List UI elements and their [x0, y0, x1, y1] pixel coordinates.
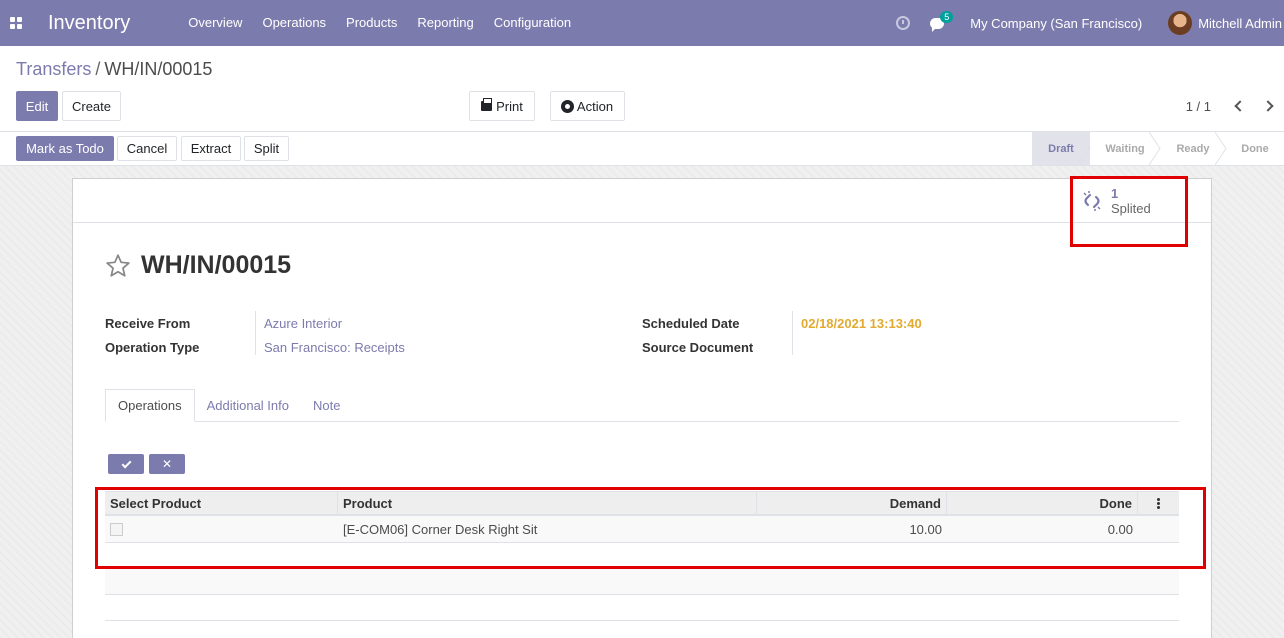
empty-row	[105, 543, 1179, 569]
stage-done-label: Done	[1241, 142, 1269, 155]
menu-item-reporting[interactable]: Reporting	[407, 0, 483, 46]
stage-draft[interactable]: Draft	[1032, 132, 1091, 165]
operation-type-label: Operation Type	[105, 339, 200, 355]
optional-columns-button[interactable]	[1138, 492, 1179, 514]
pager-previous-button[interactable]	[1232, 96, 1248, 116]
stage-waiting-label: Waiting	[1105, 142, 1145, 155]
scheduled-date-label: Scheduled Date	[642, 315, 740, 331]
column-done[interactable]: Done	[947, 492, 1138, 514]
print-button[interactable]: Print	[469, 91, 535, 121]
table-header: Select Product Product Demand Done	[105, 491, 1179, 516]
action-label: Action	[576, 98, 614, 114]
apps-menu-icon[interactable]	[0, 0, 32, 46]
confirm-selection-button[interactable]	[108, 454, 144, 474]
scheduled-date-field[interactable]: 02/18/2021 13:13:40	[801, 316, 922, 331]
field-divider	[792, 311, 793, 355]
breadcrumb-current: WH/IN/00015	[104, 59, 213, 79]
splited-count: 1	[1111, 186, 1119, 201]
stage-draft-label: Draft	[1048, 142, 1074, 155]
table-row[interactable]: [E-COM06] Corner Desk Right Sit 10.00 0.…	[105, 516, 1179, 543]
stage-waiting[interactable]: Waiting	[1090, 132, 1161, 165]
done-cell[interactable]: 0.00	[947, 516, 1138, 542]
print-icon	[481, 98, 493, 111]
notebook-tabs: Operations Additional Info Note	[105, 389, 1179, 422]
chat-count-badge: 5	[940, 10, 954, 23]
form-sheet: 1 Splited WH/IN/00015 Receive From Azure…	[72, 178, 1212, 638]
source-document-label: Source Document	[642, 339, 754, 355]
stage-pipeline: Draft Waiting Ready Done	[1032, 132, 1284, 165]
receive-from-label: Receive From	[105, 315, 191, 331]
stage-ready[interactable]: Ready	[1160, 132, 1227, 165]
breadcrumb-separator: /	[95, 59, 101, 79]
favorite-star-icon[interactable]	[105, 253, 131, 279]
company-switcher[interactable]: My Company (San Francisco)	[970, 16, 1142, 31]
kebab-menu-icon	[1157, 497, 1160, 509]
empty-row	[105, 595, 1179, 621]
mark-as-todo-button[interactable]: Mark as Todo	[16, 136, 114, 161]
splited-label: Splited	[1111, 201, 1151, 216]
messaging-menu[interactable]: 5	[930, 10, 954, 32]
splited-smart-button[interactable]: 1 Splited	[1081, 183, 1151, 219]
breadcrumb-transfers[interactable]: Transfers	[16, 59, 91, 79]
receive-from-field[interactable]: Azure Interior	[264, 316, 342, 331]
select-product-checkbox[interactable]	[110, 522, 123, 536]
cancel-button[interactable]: Cancel	[117, 136, 177, 161]
check-icon	[121, 458, 131, 468]
app-title[interactable]: Inventory	[48, 12, 130, 35]
select-cell	[105, 516, 338, 542]
main-menu: Overview Operations Products Reporting C…	[178, 0, 581, 46]
stage-ready-label: Ready	[1176, 142, 1210, 155]
menu-item-configuration[interactable]: Configuration	[484, 0, 581, 46]
unlink-icon	[1083, 191, 1101, 211]
print-label: Print	[496, 98, 523, 114]
operation-type-field[interactable]: San Francisco: Receipts	[264, 340, 405, 355]
left-field-group: Receive From Azure Interior Operation Ty…	[105, 311, 625, 359]
tab-note[interactable]: Note	[301, 389, 352, 422]
column-select-product[interactable]: Select Product	[105, 492, 338, 514]
tab-operations[interactable]: Operations	[105, 389, 195, 422]
breadcrumb: Transfers / WH/IN/00015	[16, 59, 212, 80]
create-button[interactable]: Create	[62, 91, 121, 121]
user-avatar[interactable]	[1168, 11, 1193, 35]
field-divider	[255, 311, 256, 355]
row-spacer	[1138, 516, 1179, 542]
pager-value[interactable]: 1 / 1	[1186, 99, 1211, 114]
close-icon: ✕	[161, 457, 173, 471]
clear-selection-button[interactable]: ✕	[149, 454, 185, 474]
tab-additional-info[interactable]: Additional Info	[195, 389, 301, 422]
product-cell[interactable]: [E-COM06] Corner Desk Right Sit	[338, 516, 757, 542]
action-button[interactable]: Action	[550, 91, 625, 121]
pager-next-button[interactable]	[1260, 96, 1276, 116]
empty-row	[105, 569, 1179, 595]
right-field-group: Scheduled Date 02/18/2021 13:13:40 Sourc…	[642, 311, 1142, 359]
chevron-right-icon	[1262, 100, 1274, 112]
stage-done[interactable]: Done	[1226, 132, 1284, 165]
column-product[interactable]: Product	[338, 492, 757, 514]
top-navbar: Inventory Overview Operations Products R…	[0, 0, 1284, 46]
column-demand[interactable]: Demand	[757, 492, 947, 514]
chevron-left-icon	[1234, 100, 1246, 112]
menu-item-overview[interactable]: Overview	[178, 0, 252, 46]
status-bar: Mark as Todo Cancel Extract Split Draft …	[0, 132, 1284, 166]
extract-button[interactable]: Extract	[181, 136, 241, 161]
menu-item-products[interactable]: Products	[336, 0, 407, 46]
menu-item-operations[interactable]: Operations	[252, 0, 336, 46]
smart-button-box: 1 Splited	[73, 179, 1211, 223]
user-menu[interactable]: Mitchell Admin	[1198, 16, 1282, 31]
gear-icon	[561, 100, 573, 112]
split-button[interactable]: Split	[244, 136, 289, 161]
edit-button[interactable]: Edit	[16, 91, 58, 121]
demand-cell[interactable]: 10.00	[757, 516, 947, 542]
control-panel: Transfers / WH/IN/00015 Edit Create Print …	[0, 46, 1284, 132]
record-title: WH/IN/00015	[141, 251, 292, 279]
move-lines-table: Select Product Product Demand Done [E-CO…	[105, 491, 1179, 621]
activity-clock-icon[interactable]	[896, 16, 911, 30]
